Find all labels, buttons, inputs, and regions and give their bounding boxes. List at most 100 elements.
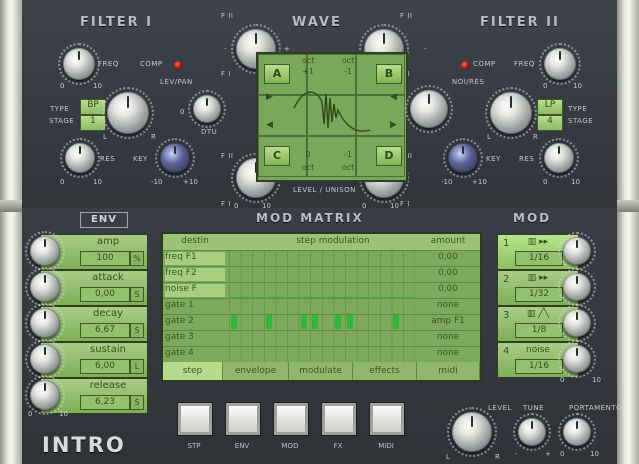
env-amp-value[interactable]: 100 xyxy=(80,251,130,266)
wave-minus-a: - xyxy=(224,45,227,53)
matrix-row-amount[interactable]: 0,00 xyxy=(417,284,479,294)
gate2-step[interactable] xyxy=(231,315,237,329)
env-decay-unit[interactable]: S xyxy=(130,323,144,338)
filter2-comp-led[interactable] xyxy=(461,61,469,69)
mod-slot-1-knob[interactable] xyxy=(558,232,596,270)
wave-right-arrow-2-icon[interactable]: ▶ xyxy=(390,120,397,130)
matrix-row-amount[interactable]: 0,00 xyxy=(417,268,479,278)
filter2-pan-r: R xyxy=(533,133,538,141)
portamento-knob[interactable] xyxy=(558,413,596,451)
filter1-detune-knob[interactable] xyxy=(188,90,226,128)
osc-b-button[interactable]: B xyxy=(376,64,402,84)
matrix-row-amount[interactable]: none xyxy=(417,348,479,358)
matrix-row-destination[interactable]: gate 2 xyxy=(165,316,225,329)
gate2-step[interactable] xyxy=(393,315,400,329)
matrix-row-amount[interactable]: amp F1 xyxy=(417,316,479,326)
osc-b-oct-value[interactable]: -1 xyxy=(336,67,360,76)
env-release-unit[interactable]: S xyxy=(130,395,144,410)
filter2-noise-res-knob[interactable] xyxy=(405,85,453,133)
mod-slot-4-rate[interactable]: 1/16 xyxy=(515,359,563,374)
osc-a-button[interactable]: A xyxy=(264,64,290,84)
osc-d-oct-value[interactable]: -1 xyxy=(336,150,360,159)
master-level-knob[interactable] xyxy=(447,407,497,457)
filter1-comp-led[interactable] xyxy=(174,61,182,69)
wave-left-arrow-2-icon[interactable]: ◀ xyxy=(266,120,273,130)
env-decay-value[interactable]: 6,67 xyxy=(80,323,130,338)
env-sustain-unit[interactable]: L xyxy=(130,359,144,374)
env-release-value[interactable]: 6,23 xyxy=(80,395,130,410)
wave-left-arrow-icon[interactable]: ▶ xyxy=(266,92,273,102)
gate2-step[interactable] xyxy=(265,315,272,329)
filter1-key-knob[interactable] xyxy=(155,138,195,178)
env-release-knob[interactable] xyxy=(25,375,65,415)
matrix-row-amount[interactable]: 0,00 xyxy=(417,252,479,262)
osc-d-oct-label: oct xyxy=(341,163,355,172)
osc-a-oct-label: oct xyxy=(301,56,315,65)
wave-minus-b: - xyxy=(424,45,427,53)
gate2-step[interactable] xyxy=(335,315,342,329)
filter2-stage-display[interactable]: 4 xyxy=(537,115,563,131)
env-sustain-knob[interactable] xyxy=(25,339,65,379)
osc-a-oct-value[interactable]: +1 xyxy=(296,67,320,76)
matrix-row-destination[interactable]: gate 1 xyxy=(165,300,225,313)
filter1-freq-knob[interactable] xyxy=(58,43,100,85)
gate2-step[interactable] xyxy=(347,315,353,329)
pad-env-button[interactable] xyxy=(225,402,261,436)
tune-plus: + xyxy=(545,450,551,458)
mod-slot-1-shape[interactable]: ▥ ▸▸ xyxy=(515,237,561,249)
left-rail xyxy=(0,0,23,464)
matrix-tab-modulate[interactable]: modulate xyxy=(289,362,353,380)
matrix-row-destination[interactable]: gate 3 xyxy=(165,332,225,345)
wave-right-arrow-icon[interactable]: ◀ xyxy=(390,92,397,102)
env-zero: 0 xyxy=(28,410,33,418)
osc-d-button[interactable]: D xyxy=(376,146,402,166)
filter2-level-pan-knob[interactable] xyxy=(485,87,537,139)
osc-c-button[interactable]: C xyxy=(264,146,290,166)
step-grid[interactable] xyxy=(229,251,415,363)
pad-midi-button[interactable] xyxy=(369,402,405,436)
filter2-freq-knob[interactable] xyxy=(539,43,581,85)
filter1-pan-l: L xyxy=(103,133,107,141)
env-amp-knob[interactable] xyxy=(25,231,65,271)
filter2-key-knob[interactable] xyxy=(443,138,483,178)
mod-slot-4-shape[interactable]: noise xyxy=(515,345,561,357)
pad-fx-button[interactable] xyxy=(321,402,357,436)
pad-stp-button[interactable] xyxy=(177,402,213,436)
filter1-res-knob[interactable] xyxy=(60,138,100,178)
matrix-tab-step[interactable]: step xyxy=(163,362,223,380)
matrix-row-amount[interactable]: none xyxy=(417,332,479,342)
filter2-type-display[interactable]: LP xyxy=(537,99,563,115)
filter2-res-label: RES xyxy=(519,155,535,163)
pad-fx-label: FX xyxy=(333,442,343,450)
env-attack-value[interactable]: 0,00 xyxy=(80,287,130,302)
gate2-step[interactable] xyxy=(312,315,319,329)
mod-slot-3-knob[interactable] xyxy=(558,304,596,342)
env-attack-unit[interactable]: S xyxy=(130,287,144,302)
osc-c-oct-value[interactable]: 0 xyxy=(296,150,320,159)
mod-slot-3-rate[interactable]: 1/8 xyxy=(515,323,563,338)
mod-slot-2-knob[interactable] xyxy=(558,268,596,306)
matrix-tab-midi[interactable]: midi xyxy=(417,362,480,380)
tune-knob[interactable] xyxy=(513,413,551,451)
mod-slot-2-rate[interactable]: 1/32 xyxy=(515,287,563,302)
matrix-row-destination[interactable]: noise F xyxy=(165,284,225,297)
env-attack-knob[interactable] xyxy=(25,267,65,307)
pad-midi-label: MIDI xyxy=(378,442,394,450)
matrix-row-destination[interactable]: freq F2 xyxy=(165,268,225,281)
mod-slot-1-rate[interactable]: 1/16 xyxy=(515,251,563,266)
pad-mod-button[interactable] xyxy=(273,402,309,436)
env-decay-knob[interactable] xyxy=(25,303,65,343)
matrix-row-amount[interactable]: none xyxy=(417,300,479,310)
env-amp-unit[interactable]: % xyxy=(130,251,144,266)
matrix-tab-effects[interactable]: effects xyxy=(353,362,417,380)
matrix-tab-envelope[interactable]: envelope xyxy=(223,362,289,380)
env-sustain-value[interactable]: 6,00 xyxy=(80,359,130,374)
mod-slot-2-shape[interactable]: ▥ ▸▸ xyxy=(515,273,561,285)
mod-slot-4-knob[interactable] xyxy=(558,340,596,378)
matrix-row-destination[interactable]: freq F1 xyxy=(165,252,225,265)
matrix-row-destination[interactable]: gate 4 xyxy=(165,348,225,361)
filter2-res-knob[interactable] xyxy=(539,138,579,178)
filter1-level-pan-knob[interactable] xyxy=(102,87,154,139)
gate2-step[interactable] xyxy=(300,315,307,329)
mod-slot-3-shape[interactable]: ▥ ╱╲ xyxy=(515,309,561,321)
